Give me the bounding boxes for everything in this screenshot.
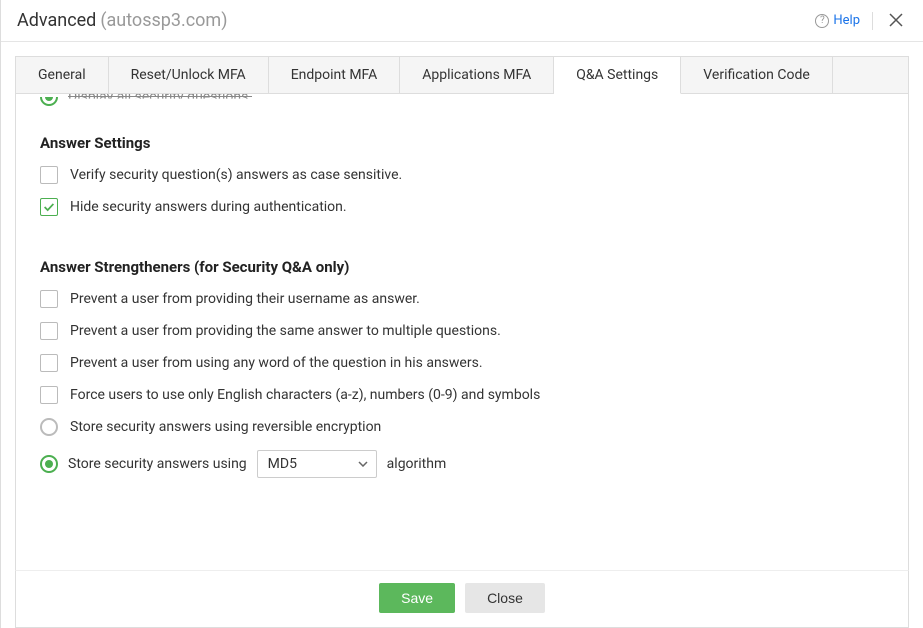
- modal-footer: Save Close: [15, 570, 909, 628]
- tab-applications-mfa[interactable]: Applications MFA: [400, 57, 554, 94]
- checkbox-prevent-same[interactable]: [40, 322, 58, 340]
- help-label: Help: [833, 13, 860, 28]
- label-hash-suffix: algorithm: [387, 456, 447, 472]
- header-divider: [872, 12, 873, 30]
- tab-endpoint-mfa[interactable]: Endpoint MFA: [269, 57, 401, 94]
- hash-algorithm-select[interactable]: MD5: [257, 450, 377, 478]
- close-button[interactable]: Close: [465, 583, 545, 613]
- radio-reversible-encryption[interactable]: [40, 418, 58, 436]
- label-hash-prefix: Store security answers using: [68, 456, 247, 472]
- label-prevent-same: Prevent a user from providing the same a…: [70, 323, 501, 339]
- answer-settings-heading: Answer Settings: [40, 134, 884, 152]
- label-reversible-encryption: Store security answers using reversible …: [70, 419, 381, 435]
- tab-general[interactable]: General: [16, 57, 109, 94]
- help-link[interactable]: ? Help: [815, 13, 860, 28]
- header-title: Advanced: [17, 10, 96, 31]
- radio-icon: [40, 94, 58, 106]
- checkbox-prevent-word[interactable]: [40, 354, 58, 372]
- modal-header: Advanced (autossp3.com) ? Help: [1, 0, 923, 42]
- label-case-sensitive: Verify security question(s) answers as c…: [70, 167, 402, 183]
- label-prevent-word: Prevent a user from using any word of th…: [70, 355, 483, 371]
- tab-reset-unlock-mfa[interactable]: Reset/Unlock MFA: [109, 57, 269, 94]
- advanced-settings-modal: Advanced (autossp3.com) ? Help General R…: [0, 0, 923, 628]
- chevron-down-icon: [358, 459, 368, 470]
- tab-bar: General Reset/Unlock MFA Endpoint MFA Ap…: [15, 56, 909, 94]
- checkbox-case-sensitive[interactable]: [40, 166, 58, 184]
- tab-qa-settings[interactable]: Q&A Settings: [554, 57, 681, 94]
- checkbox-hide-answers[interactable]: [40, 198, 58, 216]
- radio-hash-algorithm[interactable]: [40, 455, 58, 473]
- cutoff-label: Display all security questions.: [68, 94, 252, 105]
- help-icon: ?: [815, 14, 829, 28]
- save-button[interactable]: Save: [379, 583, 455, 613]
- cutoff-previous-option: Display all security questions.: [40, 98, 884, 106]
- tab-verification-code[interactable]: Verification Code: [681, 57, 832, 94]
- hash-algorithm-value: MD5: [268, 456, 297, 472]
- checkbox-force-english[interactable]: [40, 386, 58, 404]
- settings-scroll-area[interactable]: Display all security questions. Answer S…: [15, 94, 909, 570]
- close-icon[interactable]: [885, 12, 907, 30]
- modal-body: General Reset/Unlock MFA Endpoint MFA Ap…: [1, 42, 923, 628]
- checkbox-prevent-username[interactable]: [40, 290, 58, 308]
- strengtheners-heading: Answer Strengtheners (for Security Q&A o…: [40, 258, 884, 276]
- label-hide-answers: Hide security answers during authenticat…: [70, 199, 347, 215]
- label-force-english: Force users to use only English characte…: [70, 387, 540, 403]
- header-subtitle: (autossp3.com): [100, 10, 227, 31]
- check-icon: [42, 200, 56, 214]
- label-prevent-username: Prevent a user from providing their user…: [70, 291, 420, 307]
